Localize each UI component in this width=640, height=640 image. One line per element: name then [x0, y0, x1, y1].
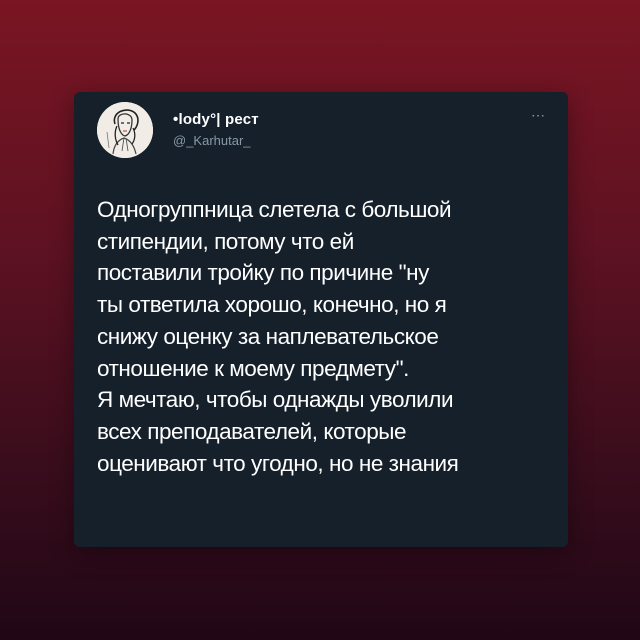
tweet-text-line: поставили тройку по причине "ну [97, 260, 429, 286]
tweet-text-line: отношение к моему предмету". [97, 355, 409, 381]
tweet-card: •lody°| рест @_Karhutar_ ⋯ Одногруппница… [74, 92, 568, 547]
tweet-text-line: оценивают что угодно, но не знания [97, 450, 459, 476]
tweet-text-line: Я мечтаю, чтобы однажды уволили [97, 387, 454, 413]
sketch-portrait-icon [97, 102, 153, 158]
avatar[interactable] [97, 102, 153, 158]
tweet-text-line: ты ответила хорошо, конечно, но я [97, 292, 447, 318]
tweet-text-line: Одногруппница слетела с большой [97, 197, 452, 222]
tweet-text-line: снижу оценку за наплевательское [97, 323, 439, 349]
user-handle[interactable]: @_Karhutar_ [173, 133, 251, 148]
tweet-text-line: стипендии, потому что ей [97, 228, 354, 254]
more-options-icon[interactable]: ⋯ [531, 108, 546, 122]
display-name[interactable]: •lody°| рест [173, 111, 259, 128]
tweet-text: Одногруппница слетела с большой стипенди… [97, 194, 557, 479]
tweet-text-line: всех преподавателей, которые [97, 418, 407, 444]
